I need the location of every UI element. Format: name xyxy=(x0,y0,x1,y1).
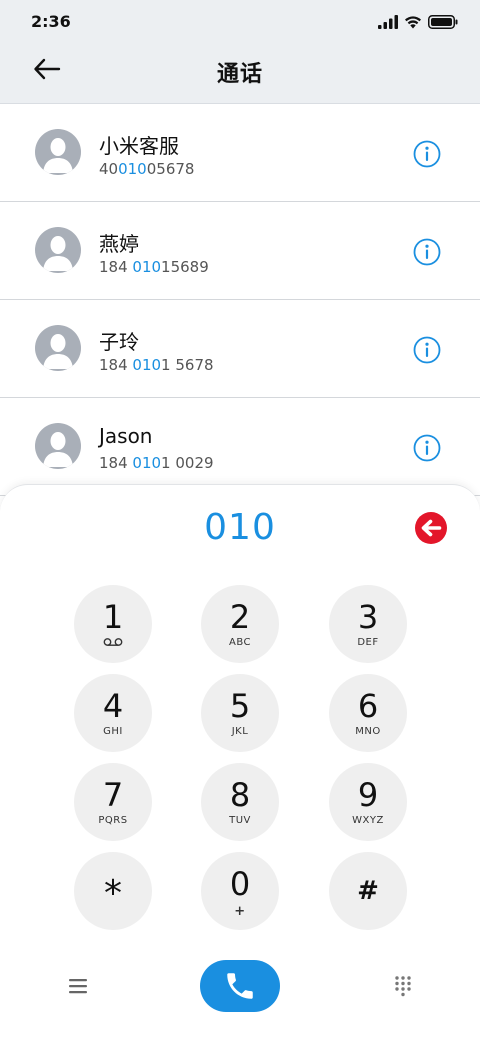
contact-name: 小米客服 xyxy=(99,134,179,158)
key-digit: 8 xyxy=(229,775,251,814)
dial-key-star[interactable]: * xyxy=(74,852,152,930)
key-letters: DEF xyxy=(357,636,379,648)
dial-key-4[interactable]: 4 GHI xyxy=(74,674,152,752)
dial-key-1[interactable]: 1 xyxy=(74,585,152,663)
number-prefix: 40 xyxy=(99,160,119,178)
battery-icon xyxy=(428,15,458,29)
dial-key-5[interactable]: 5 JKL xyxy=(201,674,279,752)
key-digit: 5 xyxy=(229,686,251,725)
person-icon xyxy=(43,432,73,467)
key-letters: TUV xyxy=(229,814,251,826)
avatar xyxy=(35,227,81,273)
key-digit: # xyxy=(357,876,379,906)
top-bar: 2:36 通话 xyxy=(0,0,480,104)
list-item[interactable]: Jason 184 0101 0029 xyxy=(0,398,480,496)
list-item[interactable]: 小米客服 4001005678 xyxy=(0,104,480,202)
dial-key-6[interactable]: 6 MNO xyxy=(329,674,407,752)
call-button[interactable] xyxy=(200,960,280,1012)
dial-key-3[interactable]: 3 DEF xyxy=(329,585,407,663)
key-letters: MNO xyxy=(355,725,381,737)
number-suffix: 15689 xyxy=(161,258,209,276)
menu-icon xyxy=(69,979,87,994)
number-match: 010 xyxy=(132,356,162,374)
dial-key-2[interactable]: 2 ABC xyxy=(201,585,279,663)
key-letters: JKL xyxy=(231,725,249,737)
person-icon xyxy=(43,138,73,173)
keypad-icon xyxy=(395,976,411,997)
number-match: 010 xyxy=(132,258,162,276)
dialed-number: 010 xyxy=(204,507,276,548)
menu-button[interactable] xyxy=(66,974,90,998)
contact-name: 燕婷 xyxy=(99,232,139,256)
info-button[interactable] xyxy=(413,238,441,266)
key-digit: * xyxy=(104,873,122,914)
contact-number: 184 0101 5678 xyxy=(99,356,214,374)
key-letters: + xyxy=(234,903,246,919)
person-icon xyxy=(43,334,73,369)
number-match: 010 xyxy=(118,160,147,178)
status-bar: 2:36 xyxy=(0,0,480,44)
info-icon xyxy=(413,336,441,364)
phone-icon xyxy=(227,973,253,999)
key-digit: 2 xyxy=(229,597,251,636)
key-letters: PQRS xyxy=(98,814,128,826)
dial-key-7[interactable]: 7 PQRS xyxy=(74,763,152,841)
key-letters: ABC xyxy=(228,636,251,648)
key-letters: GHI xyxy=(103,725,123,737)
key-digit: 6 xyxy=(357,686,379,725)
contact-number: 184 0101 0029 xyxy=(99,454,214,472)
status-icons xyxy=(378,13,458,31)
dial-key-0[interactable]: 0 + xyxy=(201,852,279,930)
list-item[interactable]: 子玲 184 0101 5678 xyxy=(0,300,480,398)
key-digit: 7 xyxy=(102,775,124,814)
info-button[interactable] xyxy=(413,336,441,364)
number-match: 010 xyxy=(132,454,162,472)
number-suffix: 05678 xyxy=(146,160,195,178)
backspace-icon xyxy=(415,512,447,544)
key-digit: 3 xyxy=(357,597,379,636)
key-digit: 0 xyxy=(229,864,251,903)
dial-key-8[interactable]: 8 TUV xyxy=(201,763,279,841)
contact-name: 子玲 xyxy=(99,330,139,354)
number-suffix: 1 5678 xyxy=(161,356,214,374)
avatar xyxy=(35,129,81,175)
number-suffix: 1 0029 xyxy=(161,454,214,472)
key-digit: 1 xyxy=(102,597,124,636)
dialpad-sheet: 010 1 2 ABC 3 DEF 4 GHI 5 JKL 6 MNO 7 PQ… xyxy=(0,484,480,1040)
contact-number: 4001005678 xyxy=(99,160,194,178)
avatar xyxy=(35,325,81,371)
contact-list: 小米客服 4001005678 燕婷 184 01015689 子玲 184 0… xyxy=(0,104,480,496)
dial-key-9[interactable]: 9 WXYZ xyxy=(329,763,407,841)
info-icon xyxy=(413,434,441,462)
status-time: 2:36 xyxy=(31,12,71,31)
voicemail-icon xyxy=(103,637,123,649)
dial-key-hash[interactable]: # xyxy=(329,852,407,930)
key-digit: 4 xyxy=(102,686,124,725)
number-prefix: 184 xyxy=(99,454,133,472)
backspace-button[interactable] xyxy=(414,511,448,545)
page-title: 通话 xyxy=(216,62,263,87)
key-digit: 9 xyxy=(357,775,379,814)
key-letters: WXYZ xyxy=(352,814,384,826)
info-button[interactable] xyxy=(413,140,441,168)
signal-icon xyxy=(378,15,398,29)
info-icon xyxy=(413,238,441,266)
number-prefix: 184 xyxy=(99,356,133,374)
contact-name: Jason xyxy=(99,424,153,448)
header: 通话 xyxy=(0,44,480,104)
list-item[interactable]: 燕婷 184 01015689 xyxy=(0,202,480,300)
number-prefix: 184 xyxy=(99,258,133,276)
contact-number: 184 01015689 xyxy=(99,258,209,276)
keypad-toggle-button[interactable] xyxy=(391,974,415,998)
person-icon xyxy=(43,236,73,271)
wifi-icon xyxy=(405,16,421,29)
bottom-bar xyxy=(0,958,480,1018)
avatar xyxy=(35,423,81,469)
info-button[interactable] xyxy=(413,434,441,462)
info-icon xyxy=(413,140,441,168)
